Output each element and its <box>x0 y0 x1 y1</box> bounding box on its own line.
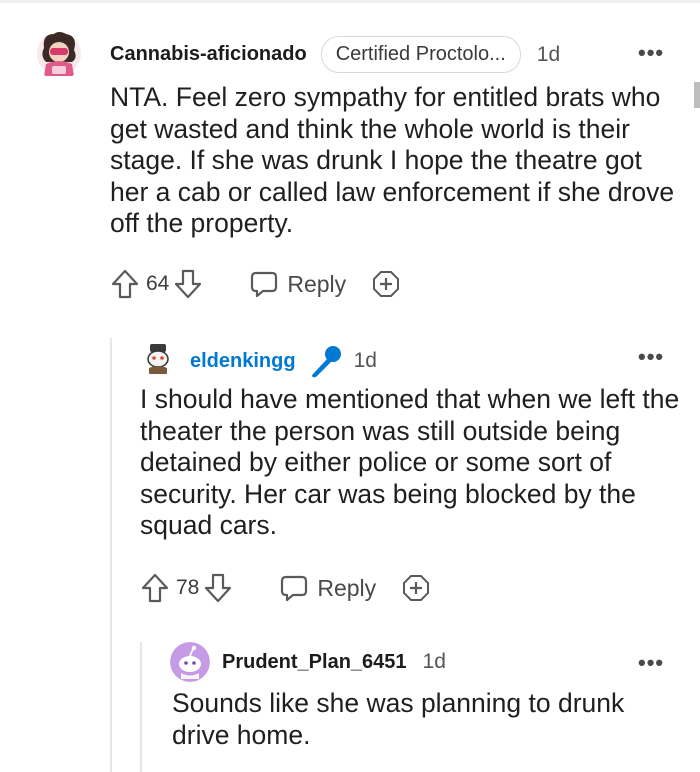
upvote-icon[interactable] <box>140 572 170 604</box>
comment-header: Prudent_Plan_6451 1d <box>222 650 446 674</box>
reply-label: Reply <box>317 574 377 601</box>
award-icon[interactable] <box>370 268 402 300</box>
reply-button[interactable]: Reply <box>279 573 376 603</box>
username-op[interactable]: eldenkingg <box>190 350 296 373</box>
comment-2: eldenkingg 1d ••• I should have mentione… <box>0 330 700 630</box>
reply-label: Reply <box>287 270 347 297</box>
user-avatar[interactable] <box>140 340 176 376</box>
scrollbar-thumb[interactable] <box>694 82 700 108</box>
username[interactable]: Prudent_Plan_6451 <box>222 651 407 674</box>
downvote-icon[interactable] <box>203 572 233 604</box>
comment-age: 1d <box>536 42 561 66</box>
username[interactable]: Cannabis-aficionado <box>110 43 307 66</box>
user-avatar[interactable] <box>34 28 84 80</box>
downvote-icon[interactable] <box>173 268 203 300</box>
user-avatar[interactable] <box>170 642 210 682</box>
award-icon[interactable] <box>400 572 432 604</box>
comment-age: 1d <box>422 650 446 673</box>
reply-button[interactable]: Reply <box>249 269 346 299</box>
comment-3: Prudent_Plan_6451 1d ••• Sounds like she… <box>0 636 700 772</box>
comment-actions: 64 Reply <box>110 266 402 302</box>
comment-body: I should have mentioned that when we lef… <box>140 384 680 540</box>
user-flair: Certified Proctolo... <box>320 36 521 73</box>
comment-age: 1d <box>353 349 377 372</box>
reply-icon <box>279 573 309 603</box>
microphone-icon <box>308 344 344 378</box>
vote-score: 78 <box>176 576 200 599</box>
reply-icon <box>249 269 279 299</box>
comment-body: Sounds like she was planning to drunk dr… <box>172 688 625 750</box>
more-options-button[interactable]: ••• <box>638 40 664 66</box>
comment-body: NTA. Feel zero sympathy for entitled bra… <box>110 82 675 238</box>
upvote-icon[interactable] <box>110 268 140 300</box>
more-options-button[interactable]: ••• <box>638 344 664 370</box>
comment-header: eldenkingg 1d <box>190 344 377 378</box>
more-options-button[interactable]: ••• <box>638 650 664 676</box>
comment-actions: 78 Reply <box>140 570 432 606</box>
comment-1: Cannabis-aficionado Certified Proctolo..… <box>0 0 700 320</box>
comment-header: Cannabis-aficionado Certified Proctolo..… <box>110 36 560 73</box>
vote-score: 64 <box>146 272 170 295</box>
